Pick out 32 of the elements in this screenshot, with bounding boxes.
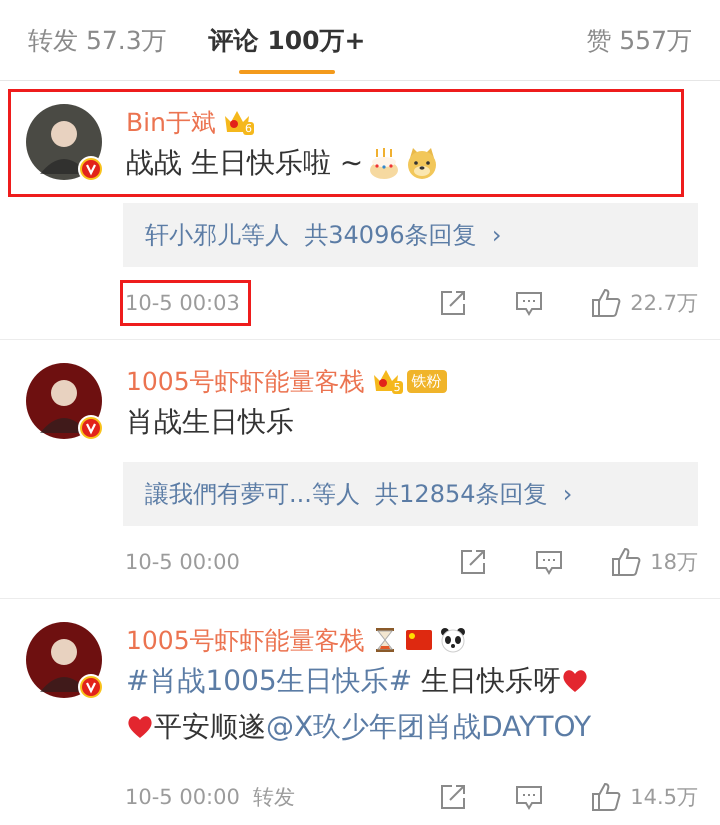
comment-text: 肖战生日快乐	[126, 404, 294, 440]
comment-text: 战战 生日快乐啦 ~	[126, 145, 364, 181]
avatar[interactable]	[26, 104, 102, 180]
verified-icon	[78, 674, 104, 700]
user-name[interactable]: 1005号虾虾能量客栈	[126, 624, 365, 656]
replies-bar[interactable]: 轩小邪儿等人 共34096条回复 ›	[123, 203, 698, 267]
user-name[interactable]: Bin于斌	[126, 106, 216, 138]
like-button[interactable]: 14.5万	[590, 781, 698, 813]
user-name[interactable]: 1005号虾虾能量客栈	[126, 364, 365, 398]
like-button[interactable]: 18万	[610, 546, 698, 578]
verified-icon	[78, 415, 104, 441]
thumbs-up-icon	[610, 546, 642, 578]
link[interactable]: @X玖少年团肖战DAYTOY	[266, 708, 592, 746]
tab[interactable]: 转发 57.3万	[28, 0, 167, 80]
panda-icon	[438, 626, 467, 654]
timestamp: 10-5 00:00	[124, 549, 241, 576]
comment-text: 平安顺遂	[154, 709, 266, 745]
verified-icon	[78, 156, 104, 182]
timestamp: 10-5 00:00	[124, 784, 241, 811]
timestamp: 10-5 00:03	[120, 280, 251, 326]
repost-link[interactable]: 转发	[252, 783, 295, 811]
thumbs-up-icon	[590, 781, 622, 813]
avatar[interactable]	[26, 622, 102, 698]
tab[interactable]: 评论 100万+	[208, 0, 366, 80]
link[interactable]: #肖战1005生日快乐#	[126, 662, 412, 700]
thumbs-up-icon	[590, 287, 622, 319]
tab[interactable]: 赞 557万	[586, 0, 692, 80]
replies-bar[interactable]: 讓我們有夢可...等人 共12854条回复 ›	[123, 462, 698, 526]
fan-badge: 铁粉	[406, 370, 447, 392]
comment-text: 生日快乐呀	[420, 663, 562, 699]
avatar[interactable]	[26, 363, 102, 439]
like-button[interactable]: 22.7万	[590, 287, 698, 319]
